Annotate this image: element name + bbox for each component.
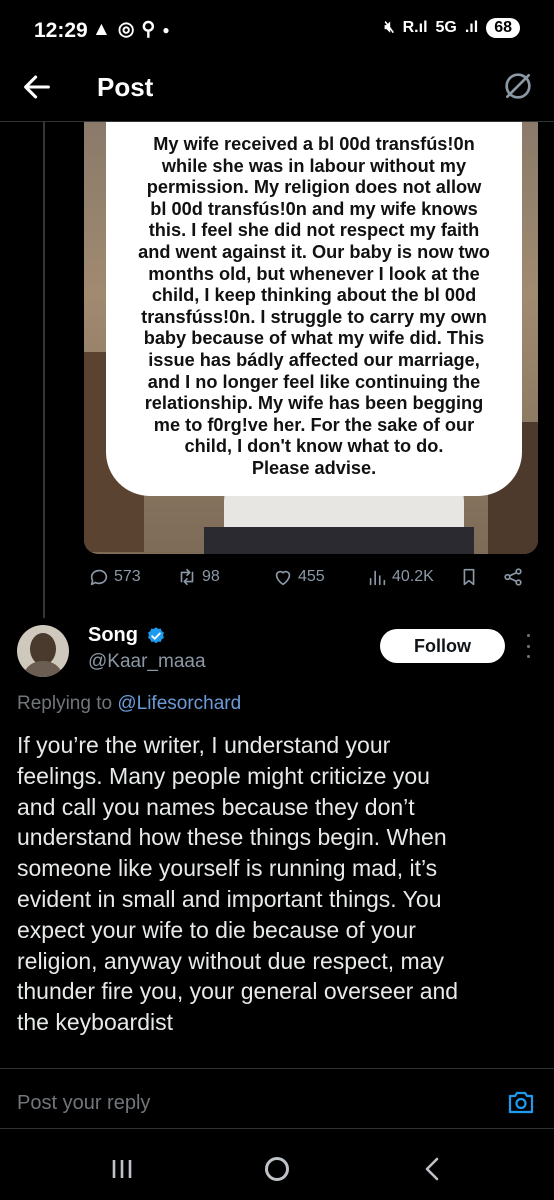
- grok-icon[interactable]: [502, 70, 534, 102]
- reply-count: 573: [114, 568, 141, 585]
- status-time: 12:29: [34, 19, 88, 42]
- like-count: 455: [298, 568, 325, 585]
- reply-text: If you’re the writer, I understand your …: [17, 732, 459, 1036]
- reply-metric[interactable]: 573: [88, 566, 141, 588]
- thread-line: [43, 122, 45, 618]
- battery-indicator: 68: [486, 18, 520, 38]
- reply-handle[interactable]: @Kaar_maaa: [88, 651, 206, 673]
- mute-icon: 🔇︎: [384, 19, 395, 36]
- status-bar: 12:29 ▲ ◎ ⚲ ● 🔇︎ R.ıl 5G .ıl 68: [0, 0, 554, 62]
- like-metric[interactable]: 455: [272, 566, 325, 588]
- status-left-icons: ▲ ◎ ⚲ ●: [92, 18, 170, 41]
- home-icon[interactable]: [265, 1157, 289, 1181]
- signal-r-icon: R.ıl: [402, 19, 428, 36]
- replying-mention-link[interactable]: @Lifesorchard: [117, 693, 241, 714]
- more-dot: [526, 655, 530, 658]
- person-add-icon: ⚲: [141, 19, 156, 40]
- views-icon: [369, 570, 386, 586]
- signal-icon: .ıl: [464, 19, 479, 36]
- composer-divider: [0, 1068, 554, 1069]
- avatar-body: [22, 661, 64, 677]
- more-options-icon[interactable]: [523, 634, 533, 658]
- replying-prefix: Replying to: [17, 693, 113, 714]
- views-metric[interactable]: 40.2K: [366, 566, 434, 588]
- 5g-icon: 5G: [435, 19, 457, 36]
- status-right-icons: 🔇︎ R.ıl 5G .ıl 68: [385, 18, 520, 38]
- more-dot: [526, 644, 530, 648]
- dot-icon: ●: [162, 22, 170, 37]
- app-bar: Post: [0, 62, 554, 120]
- replying-to-line: Replying to @Lifesorchard: [17, 693, 241, 715]
- bookmark-icon: [463, 568, 475, 586]
- repost-icon: [180, 568, 194, 586]
- image-text: My wife received a bl 00d transfús!0n wh…: [138, 134, 490, 478]
- system-nav-bar: [0, 1140, 554, 1200]
- image-pants: [204, 527, 474, 554]
- verified-badge-icon: [148, 627, 164, 644]
- warning-icon: ▲: [92, 18, 111, 40]
- back-arrow-icon[interactable]: [20, 70, 54, 104]
- recent-apps-icon[interactable]: [110, 1158, 134, 1180]
- views-count: 40.2K: [392, 568, 434, 585]
- camera-icon[interactable]: [507, 1089, 535, 1115]
- bookmark-button[interactable]: [458, 566, 480, 588]
- composer-bottom-divider: [0, 1128, 554, 1129]
- image-text-bubble: My wife received a bl 00d transfús!0n wh…: [106, 122, 522, 496]
- page-title: Post: [97, 72, 154, 102]
- post-image[interactable]: My wife received a bl 00d transfús!0n wh…: [84, 122, 538, 554]
- reply-display-name[interactable]: Song: [88, 624, 138, 647]
- share-button[interactable]: [502, 566, 524, 588]
- more-dot: [526, 634, 530, 637]
- avatar[interactable]: [17, 625, 69, 677]
- post-metrics: 573 98 455 40.2K: [84, 566, 534, 596]
- repost-count: 98: [202, 568, 220, 585]
- heart-icon: [275, 570, 291, 586]
- reply-icon: [90, 569, 108, 586]
- follow-button[interactable]: Follow: [380, 629, 505, 663]
- share-icon: [504, 568, 522, 586]
- nav-back-icon[interactable]: [422, 1156, 442, 1182]
- whatsapp-icon: ◎: [117, 19, 135, 40]
- reply-input[interactable]: Post your reply: [17, 1092, 150, 1115]
- repost-metric[interactable]: 98: [176, 566, 220, 588]
